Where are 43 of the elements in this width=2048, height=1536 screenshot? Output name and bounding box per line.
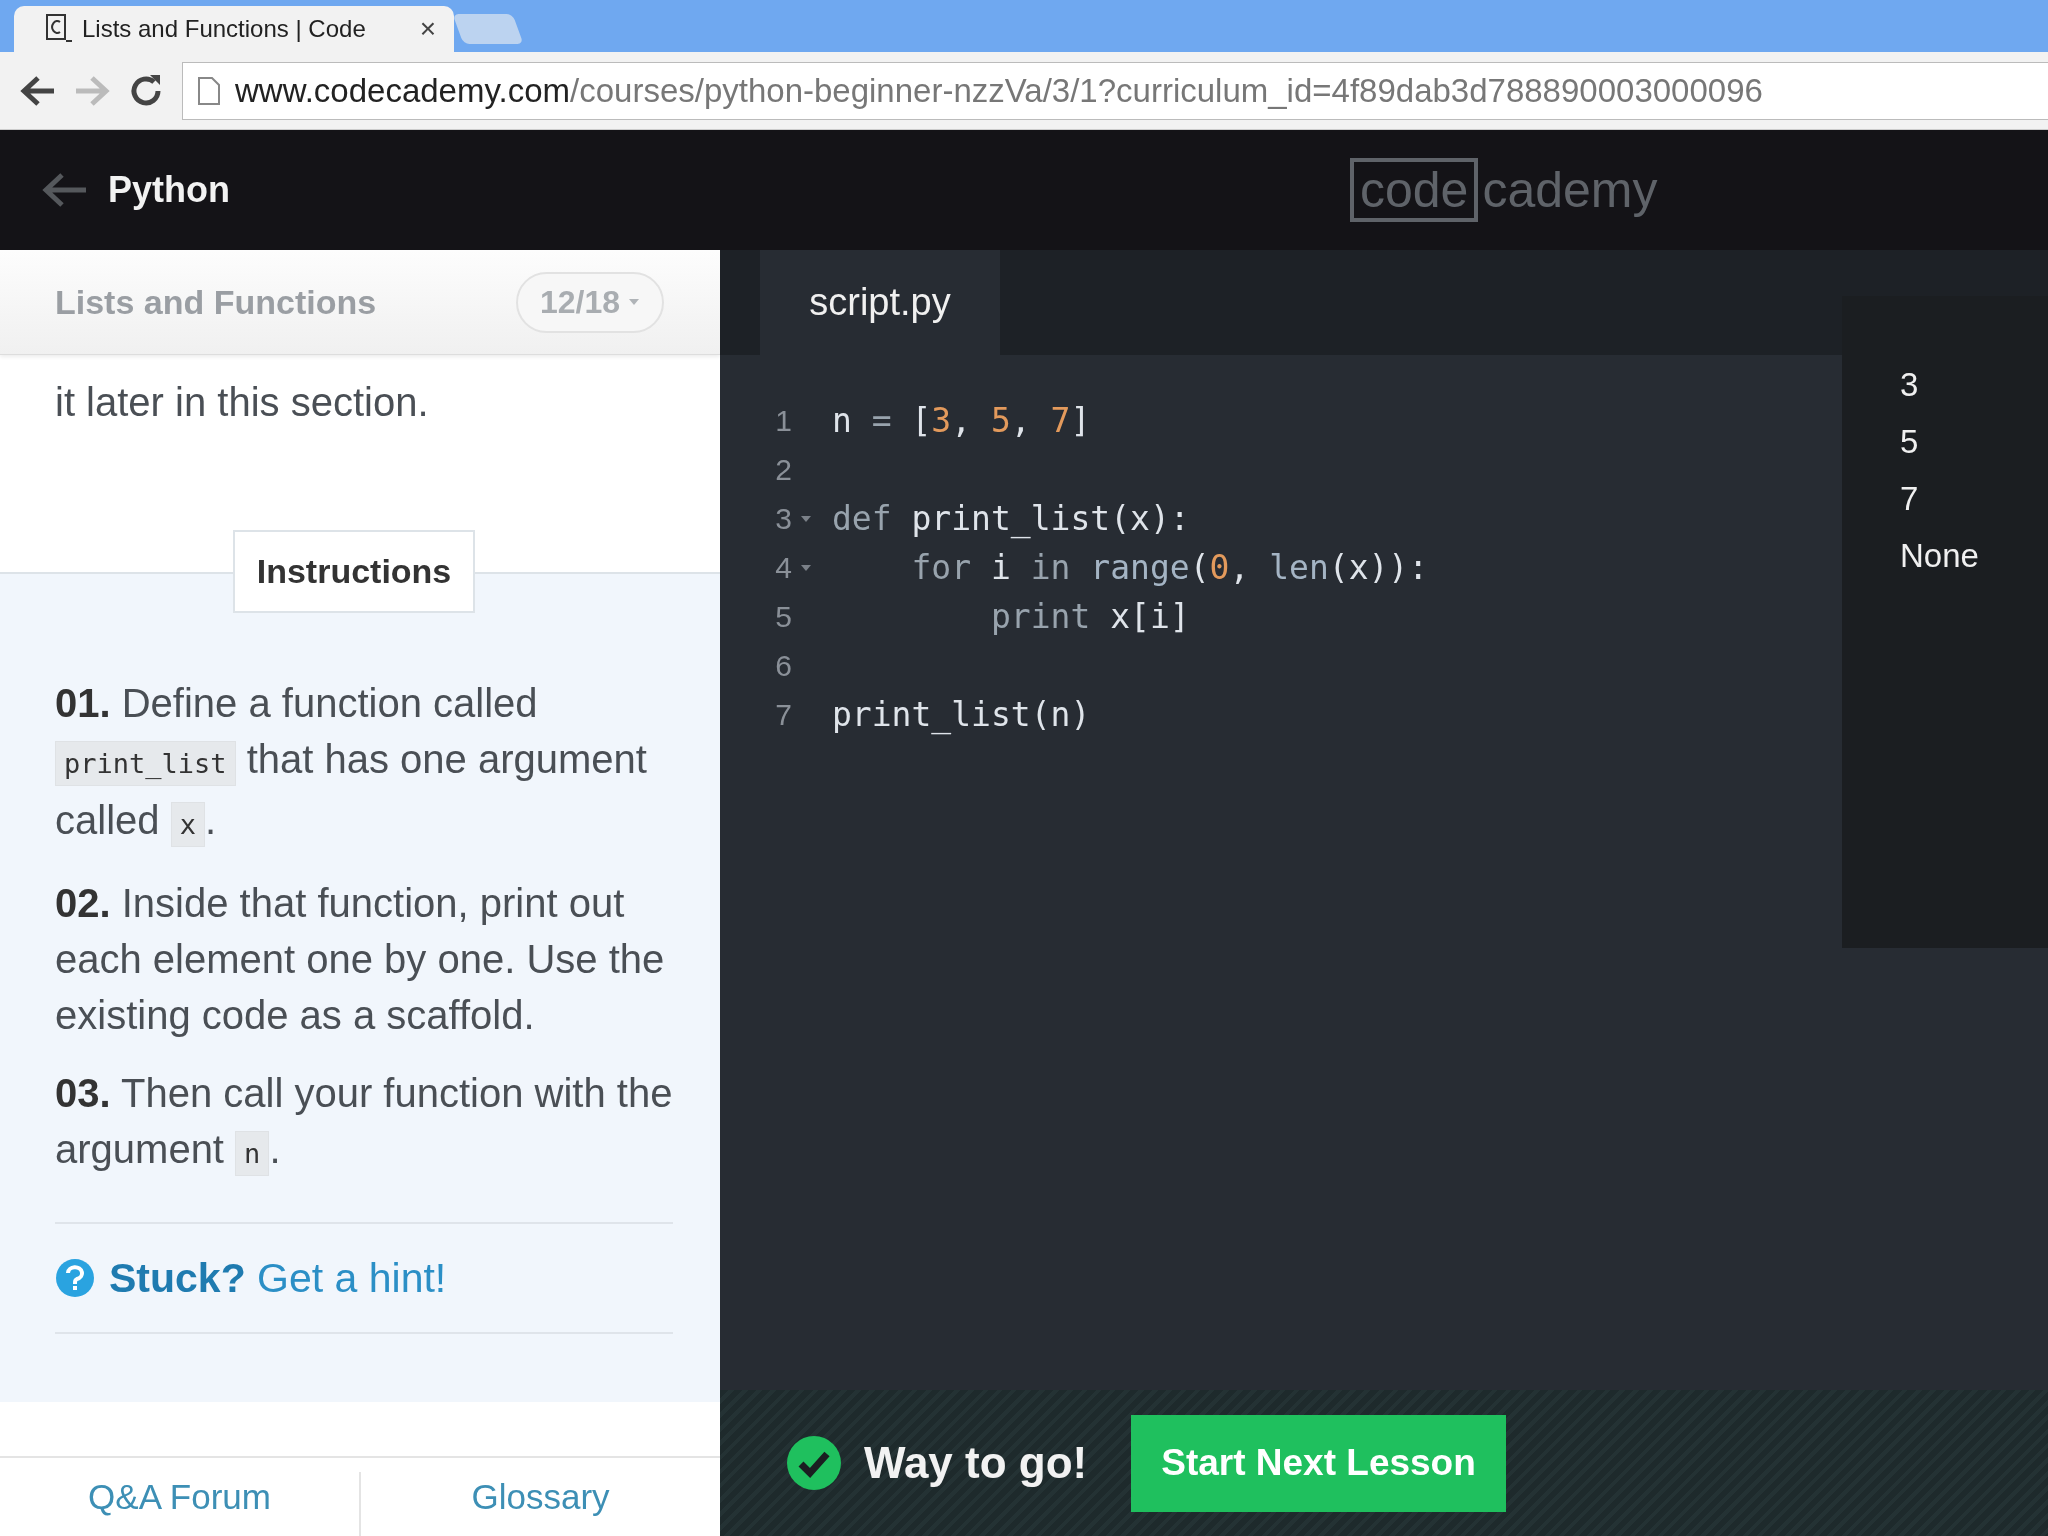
lesson-title: Lists and Functions bbox=[55, 282, 377, 322]
output-line: 3 bbox=[1900, 366, 1920, 405]
line-number: 1 bbox=[774, 403, 792, 438]
output-line: 7 bbox=[1900, 480, 1920, 519]
line-number: 5 bbox=[774, 599, 792, 634]
code-line: n = [3, 5, 7] bbox=[832, 401, 1091, 440]
instruction-step: 01. Define a function called print_list that has one argument called x . bbox=[55, 675, 673, 853]
code-line: print x[i] bbox=[989, 597, 1190, 636]
footer-link[interactable]: Glossary bbox=[361, 1477, 720, 1517]
code-editor[interactable]: 1 n = [3, 5, 7] 2 3 def print_list(x): 4 for i in range(0, len(x)): 5 print x[i] 6 7 print_list(n) bbox=[720, 355, 1820, 1390]
instructions-tab[interactable]: Instructions bbox=[232, 530, 476, 613]
back-to-course-link[interactable]: Python bbox=[40, 169, 230, 211]
code-line: print_list(n) bbox=[832, 695, 1091, 734]
line-number: 2 bbox=[774, 452, 792, 487]
fold-caret-icon[interactable] bbox=[800, 514, 812, 523]
hint-link[interactable]: Stuck? Get a hint! bbox=[109, 1254, 447, 1302]
code-line: for i in range(0, len(x)): bbox=[910, 548, 1429, 587]
help-icon bbox=[55, 1258, 95, 1298]
back-arrow-icon bbox=[40, 172, 88, 208]
address-field[interactable]: www.codecademy.com/courses/python-beginner-nzzVa/3/1?curriculum_id=4f89dab3d788890003000096 bbox=[182, 61, 2048, 120]
line-number: 7 bbox=[774, 697, 792, 732]
logo: code cademy bbox=[1350, 158, 1658, 222]
success-message: Way to go! bbox=[864, 1438, 1088, 1488]
line-number: 3 bbox=[774, 501, 792, 536]
lesson-text: it later in this section. bbox=[55, 379, 430, 426]
tab-close-button[interactable]: × bbox=[419, 13, 436, 45]
caret-icon bbox=[628, 298, 640, 306]
code-line: def print_list(x): bbox=[832, 499, 1190, 538]
line-number: 6 bbox=[774, 648, 792, 683]
footer-link[interactable]: Q&A Forum bbox=[0, 1477, 359, 1517]
file-tab[interactable]: script.py bbox=[760, 250, 1000, 355]
browser-tab[interactable]: Lists and Functions | Code × bbox=[14, 6, 454, 52]
fold-caret-icon[interactable] bbox=[800, 563, 812, 572]
page-favicon-icon bbox=[46, 14, 72, 44]
new-tab-button[interactable] bbox=[452, 14, 524, 44]
output-line: None bbox=[1900, 537, 1980, 576]
tab-title: Lists and Functions | Code bbox=[82, 15, 367, 43]
output-line: 5 bbox=[1900, 423, 1920, 462]
line-number: 4 bbox=[774, 550, 792, 585]
back-button[interactable] bbox=[20, 74, 56, 107]
instruction-step: 03. Then call your function with the argument n . bbox=[55, 1065, 673, 1182]
page-icon bbox=[197, 75, 221, 106]
instruction-step: 02. Inside that function, print out each element one by one. Use the existing code as a scaffold. bbox=[55, 875, 673, 1043]
